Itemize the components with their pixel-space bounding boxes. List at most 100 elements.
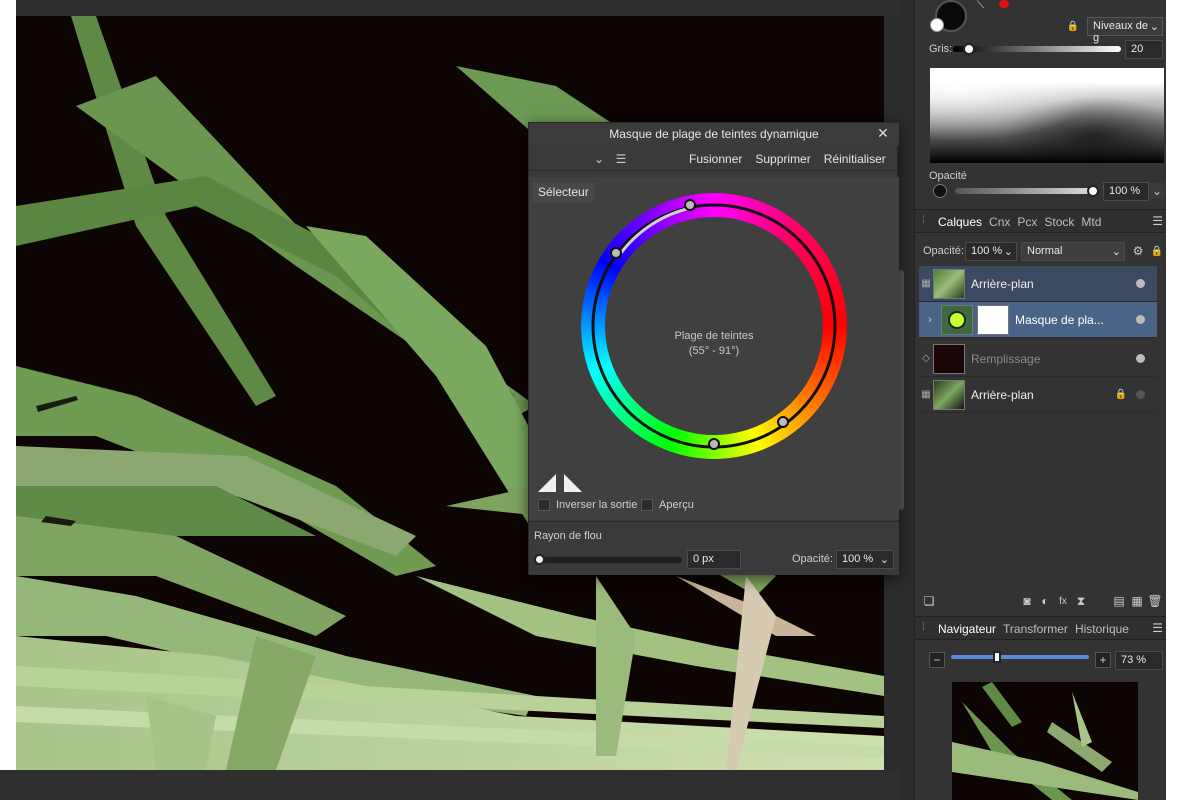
gray-label: Gris: [929,43,953,55]
zoom-out-icon[interactable]: − [929,652,945,668]
invert-checkbox-box[interactable] [538,499,550,511]
swap-colors-icon[interactable]: ⟍ [977,0,993,11]
layer-name: Masque de pla... [1015,312,1104,327]
right-margin [1166,0,1196,800]
tab-metadata[interactable]: Mtd [1081,215,1101,229]
blur-slider-track[interactable] [537,557,682,563]
tab-effects[interactable]: Pcx [1017,215,1037,229]
tab-history[interactable]: Historique [1075,622,1129,636]
tab-adjustments[interactable]: Cnx [989,215,1010,229]
visibility-dot[interactable] [1136,390,1145,399]
layer-opacity-label: Opacité: [923,245,964,257]
hue-handle-3[interactable] [777,416,789,428]
fill-icon[interactable]: ◇ [919,353,933,364]
hue-handle-1[interactable] [684,199,696,211]
navigator-tabbar: ⁞ Navigateur Transformer Historique ☰ [915,616,1167,640]
hue-mask-thumbnail [941,304,973,335]
checker-icon[interactable]: ▦ [1129,593,1145,609]
panel-menu-icon[interactable]: ☰ [1152,621,1163,635]
blur-slider-knob[interactable] [534,554,545,565]
no-color-icon[interactable] [930,18,944,32]
lock-icon[interactable]: 🔒 [1115,389,1127,400]
layer-name: Arrière-plan [971,387,1034,402]
top-bar [16,0,900,16]
close-icon[interactable]: ✕ [875,125,891,141]
checker-icon[interactable]: ▦ [919,389,933,400]
hue-range-mask-dialog: Masque de plage de teintes dynamique ✕ ⌄… [528,122,899,575]
navigator-preview[interactable] [952,682,1138,800]
zoom-value-field[interactable]: 73 % [1115,651,1163,670]
opacity-slider-track[interactable] [955,188,1093,194]
layer-row[interactable]: ▦ Arrière-plan 🔒 [919,377,1157,413]
hue-handle-4[interactable] [708,438,720,450]
left-margin [0,0,16,800]
zoom-in-icon[interactable]: + [1095,652,1111,668]
chevron-down-icon[interactable]: ⌄ [591,151,607,167]
visibility-dot[interactable] [1136,279,1145,288]
preview-checkbox-box[interactable] [641,499,653,511]
secondary-color-swatch[interactable] [999,0,1009,8]
invert-output-checkbox[interactable]: Inverser la sortie [538,499,637,511]
normal-curve-icon[interactable] [564,474,582,492]
trash-icon[interactable]: 🗑 [1147,593,1163,609]
gray-value-field[interactable]: 20 [1125,40,1163,59]
tab-layers[interactable]: Calques [938,215,982,229]
invert-curve-icon[interactable] [538,474,556,492]
gray-slider-knob[interactable] [963,43,975,55]
adjustment-icon[interactable]: ◐ [1037,593,1053,609]
footer-opacity-field[interactable]: 100 % ⌄ [836,550,894,569]
checker-icon[interactable]: ▦ [919,278,933,289]
delete-button[interactable]: Supprimer [755,152,810,166]
color-mode-select[interactable]: Niveaux de g ⌄ [1087,17,1163,44]
folder-icon[interactable]: ▤ [1111,593,1127,609]
layers-stack-icon[interactable]: ❏ [921,593,937,609]
lock-icon[interactable]: 🔒 [1149,243,1165,259]
reset-button[interactable]: Réinitialiser [824,152,886,166]
chevron-down-icon[interactable]: ⌄ [880,553,889,566]
layers-tabs: Calques Cnx Pcx Stock Mtd [938,215,1108,229]
zoom-slider-knob[interactable] [993,651,1001,663]
blur-value-field[interactable]: 0 px [687,550,741,569]
preview-checkbox[interactable]: Aperçu [641,499,694,511]
layer-row[interactable]: ▦ Arrière-plan [919,266,1157,302]
tab-stock[interactable]: Stock [1044,215,1074,229]
hourglass-icon[interactable]: ⧗ [1073,593,1089,609]
grayscale-preview[interactable] [930,68,1164,163]
blend-mode-value: Normal [1027,245,1063,257]
chevron-right-icon[interactable]: › [919,314,941,326]
panel-menu-icon[interactable]: ☰ [1152,214,1163,228]
layer-thumbnail [933,379,965,410]
opacity-color-swatch[interactable] [933,184,947,198]
opacity-slider-knob[interactable] [1087,185,1099,197]
opacity-value-field[interactable]: 100 % [1103,182,1149,201]
grip-icon[interactable]: ⁞ [922,215,925,226]
layers-tabbar: ⁞ Calques Cnx Pcx Stock Mtd ☰ [915,209,1167,233]
layer-row[interactable]: ◇ Remplissage [919,341,1157,377]
fx-icon[interactable]: fx [1055,593,1071,609]
layer-opacity-field[interactable]: 100 % ⌄ [965,242,1017,261]
hue-wheel[interactable]: Plage de teintes (55° - 91°) [581,193,847,459]
dialog-footer: Rayon de flou 0 px Opacité: 100 % ⌄ [529,521,899,575]
blend-mode-select[interactable]: Normal ⌄ [1021,242,1125,261]
zoom-slider-track[interactable] [951,655,1089,659]
mask-icon[interactable]: ◙ [1019,593,1035,609]
hue-handle-2[interactable] [610,247,622,259]
chevron-down-icon[interactable]: ⌄ [1149,183,1165,199]
opacity-label: Opacité [929,170,967,182]
blur-radius-label: Rayon de flou [534,530,602,542]
merge-button[interactable]: Fusionner [689,152,742,166]
grip-icon[interactable]: ⁞ [922,622,925,633]
chevron-down-icon: ⌄ [1111,246,1121,258]
visibility-dot[interactable] [1136,315,1145,324]
gear-icon[interactable]: ⚙ [1130,243,1146,259]
lock-icon[interactable]: 🔒 [1065,18,1081,34]
layer-row-child[interactable]: › Masque de pla... [919,302,1157,338]
visibility-dot[interactable] [1136,354,1145,363]
navigator-thumbnail [952,682,1138,800]
gray-slider-track[interactable] [953,46,1121,52]
menu-icon[interactable]: ☰ [613,151,629,167]
tab-transform[interactable]: Transformer [1003,622,1068,636]
tab-navigator[interactable]: Navigateur [938,622,996,636]
layer-thumbnail [933,343,965,374]
layer-opacity-value: 100 % [971,245,1003,257]
